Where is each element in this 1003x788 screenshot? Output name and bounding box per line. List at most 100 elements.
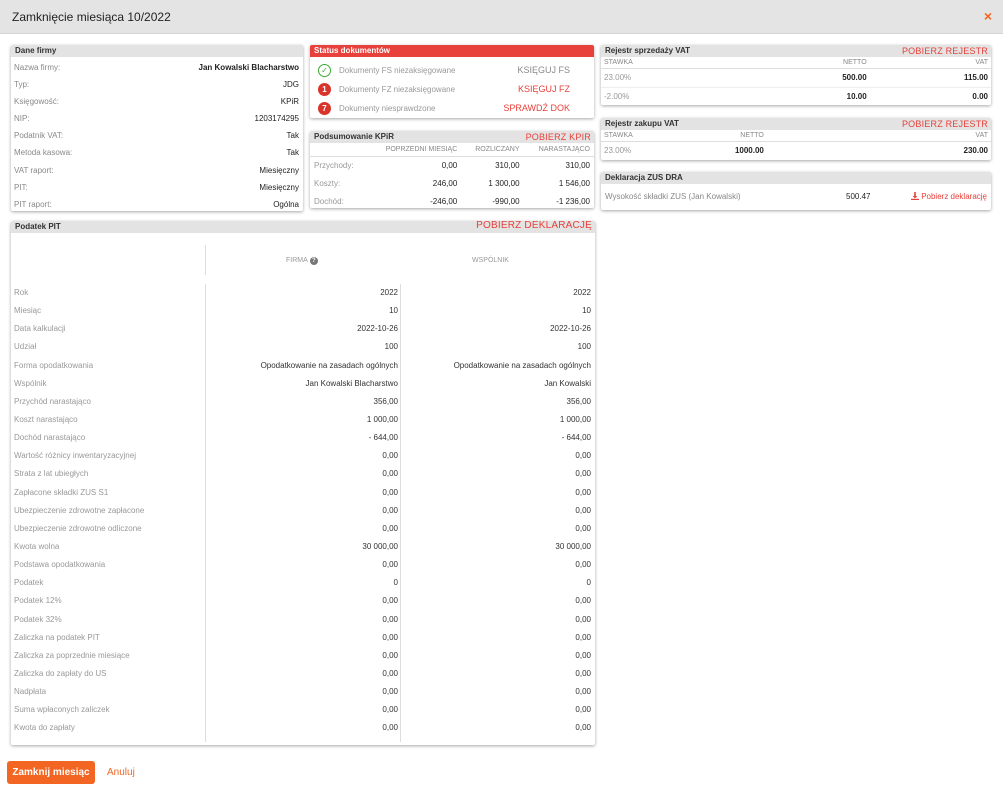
pit-row-firm-value: 0,00	[382, 614, 398, 624]
download-purchase-register-link[interactable]: POBIERZ REJESTR	[902, 118, 988, 130]
pit-row-partner-value: 0	[586, 578, 591, 588]
kpir-col-current: ROZLICZANY	[461, 143, 524, 157]
pit-row-firm-value: 0,00	[382, 668, 398, 678]
cancel-link[interactable]: Anuluj	[107, 767, 135, 778]
pit-row-label: Ubezpieczenie zdrowotne odliczone	[14, 523, 142, 533]
pit-row: Podatek 12% 0,00 0,00	[11, 592, 595, 610]
kpir-col-prev: POPRZEDNI MIESIĄC	[366, 143, 462, 157]
pit-row-label: Kwota do zapłaty	[14, 723, 75, 733]
status-panel-header: Status dokumentów	[310, 45, 594, 57]
purchase-vat-header: Rejestr zakupu VAT POBIERZ REJESTR	[601, 118, 991, 130]
help-icon[interactable]: ?	[309, 257, 318, 265]
pit-row: Rok 2022 2022	[11, 284, 595, 302]
zus-value: 500.47	[846, 192, 871, 201]
close-icon[interactable]: ×	[984, 8, 992, 24]
pit-row-label: Kwota wolna	[14, 541, 60, 551]
pit-row: Suma wpłaconych zaliczek 0,00 0,00	[11, 701, 595, 719]
pit-row-partner-value: 0,00	[575, 505, 591, 515]
pit-row-firm-value: 2022-10-26	[357, 324, 398, 334]
pit-row-partner-value: 0,00	[575, 469, 591, 479]
pit-row-firm-value: 0,00	[382, 523, 398, 533]
count-badge-icon: 1	[318, 83, 331, 96]
pit-row: Przychód narastająco 356,00 356,00	[11, 393, 595, 411]
zus-header: Deklaracja ZUS DRA	[601, 172, 991, 184]
pit-row: Ubezpieczenie zdrowotne zapłacone 0,00 0,0…	[11, 502, 595, 520]
pit-row-firm-value: 0,00	[382, 687, 398, 697]
post-fs-link[interactable]: KSIĘGUJ FS	[517, 61, 570, 80]
check-circle-icon: ✓	[318, 64, 331, 77]
table-row: Przychody: 0,00 310,00 310,00	[314, 160, 590, 170]
company-panel: Dane firmy Nazwa firmy: Jan Kowalski Blac…	[11, 45, 303, 211]
pit-col-firm: FIRMA?	[286, 257, 318, 265]
status-rows: ✓ Dokumenty FS niezaksięgowane KSIĘGUJ F…	[310, 57, 594, 118]
check-documents-link[interactable]: SPRAWDŹ DOK	[503, 99, 570, 118]
pit-row-firm-value: 0,00	[382, 451, 398, 461]
pit-col-partner: WSPÓLNIK	[472, 257, 509, 264]
pit-row-label: Podatek	[14, 578, 44, 588]
pit-row: Zaliczka do zapłaty do US 0,00 0,00	[11, 665, 595, 683]
table-row: Koszty: 246,00 1 300,00 1 546,00	[314, 178, 590, 188]
pit-row-firm-value: 0,00	[382, 632, 398, 642]
kpir-col-cumulative: NARASTAJĄCO	[523, 143, 594, 157]
pit-row: Podatek 32% 0,00 0,00	[11, 611, 595, 629]
download-sales-register-link[interactable]: POBIERZ REJESTR	[902, 45, 988, 57]
pit-row-firm-value: 2022	[380, 288, 398, 297]
pit-column-headers: FIRMA? WSPÓLNIK	[11, 233, 595, 291]
company-row: Nazwa firmy: Jan Kowalski Blacharstwo	[14, 63, 299, 72]
download-declaration-link[interactable]: Pobierz deklarację	[910, 184, 987, 210]
pit-row: Koszt narastająco 1 000,00 1 000,00	[11, 411, 595, 429]
kpir-panel: Podsumowanie KPiR POBIERZ KPIR POPRZEDNI…	[310, 131, 594, 208]
kpir-panel-header: Podsumowanie KPiR POBIERZ KPIR	[310, 131, 594, 143]
pit-row-partner-value: 0,00	[575, 523, 591, 533]
zus-label: Wysokość składki ZUS (Jan Kowalski)	[605, 192, 741, 201]
table-row: 23.00% 500.00 115.00	[601, 67, 991, 87]
download-pit-declaration-link[interactable]: POBIERZ DEKLARACJĘ	[476, 221, 592, 232]
table-row: -2.00% 10.00 0.00	[601, 86, 991, 105]
pit-row-firm-value: 0,00	[382, 487, 398, 497]
company-rows: Nazwa firmy: Jan Kowalski Blacharstwo Typ…	[11, 57, 303, 211]
purchase-vat-table: STAWKA NETTO VAT 23.00% 1000.00 230.00	[601, 130, 991, 160]
pit-row-firm-value: Jan Kowalski Blacharstwo	[305, 378, 398, 388]
pit-row: Dochód narastająco - 644,00 - 644,00	[11, 429, 595, 447]
pit-row-firm-value: 356,00	[373, 396, 398, 406]
status-row-fs: ✓ Dokumenty FS niezaksięgowane KSIĘGUJ F…	[310, 61, 594, 80]
pit-row-label: Zaliczka do zapłaty do US	[14, 668, 107, 678]
pit-row-firm-value: 0,00	[382, 705, 398, 715]
table-row: Dochód: -246,00 -990,00 -1 236,00	[314, 196, 590, 206]
pit-row-partner-value: 356,00	[566, 396, 591, 406]
zus-panel: Deklaracja ZUS DRA Wysokość składki ZUS …	[601, 172, 991, 210]
pit-row: Zaliczka za poprzednie miesiące 0,00 0,00	[11, 647, 595, 665]
post-fz-link[interactable]: KSIĘGUJ FZ	[518, 80, 570, 99]
pit-row: Wartość różnicy inwentaryzacyjnej 0,00 0,0…	[11, 447, 595, 465]
pit-row-partner-value: 10	[582, 306, 591, 316]
table-row: 23.00% 1000.00 230.00	[601, 140, 991, 160]
close-month-button[interactable]: Zamknij miesiąc	[7, 761, 95, 784]
company-row: PIT raport: Ogólna	[14, 199, 299, 209]
pit-row-partner-value: - 644,00	[561, 433, 591, 443]
pit-row-label: Ubezpieczenie zdrowotne zapłacone	[14, 505, 145, 515]
sales-vat-table: STAWKA NETTO VAT 23.00% 500.00 115.00 -2…	[601, 57, 991, 105]
pit-row-firm-value: 0,00	[382, 650, 398, 660]
pit-rows: Rok 2022 2022 Miesiąc 10 10 Data kalkulacji 202…	[11, 284, 595, 738]
status-row-unverified: 7 Dokumenty niesprawdzone SPRAWDŹ DOK	[310, 99, 594, 118]
pit-row: Zapłacone składki ZUS S1 0,00 0,00	[11, 484, 595, 502]
pit-row-firm-value: 0	[393, 578, 398, 588]
pit-row-label: Zaliczka za poprzednie miesiące	[14, 650, 130, 660]
pit-row: Zaliczka na podatek PIT 0,00 0,00	[11, 629, 595, 647]
pit-row-label: Data kalkulacji	[14, 324, 66, 334]
pit-row: Kwota do zapłaty 0,00 0,00	[11, 719, 595, 737]
pit-row-label: Zapłacone składki ZUS S1	[14, 487, 109, 497]
download-kpir-link[interactable]: POBIERZ KPIR	[526, 131, 591, 143]
pit-row-label: Nadpłata	[14, 687, 47, 697]
company-row: Metoda kasowa: Tak	[14, 148, 299, 158]
pit-row-firm-value: 1 000,00	[366, 414, 398, 424]
pit-row-partner-value: 0,00	[575, 632, 591, 642]
pit-row: Kwota wolna 30 000,00 30 000,00	[11, 538, 595, 556]
pit-row-label: Wspólnik	[14, 378, 47, 388]
pit-row-partner-value: 0,00	[575, 596, 591, 606]
modal-title: Zamknięcie miesiąca 10/2022	[12, 10, 171, 24]
status-panel: Status dokumentów ✓ Dokumenty FS niezaks…	[310, 45, 594, 118]
pit-row-partner-value: 0,00	[575, 451, 591, 461]
pit-row: Ubezpieczenie zdrowotne odliczone 0,00 0,0…	[11, 520, 595, 538]
company-row: VAT raport: Miesięczny	[14, 165, 299, 175]
